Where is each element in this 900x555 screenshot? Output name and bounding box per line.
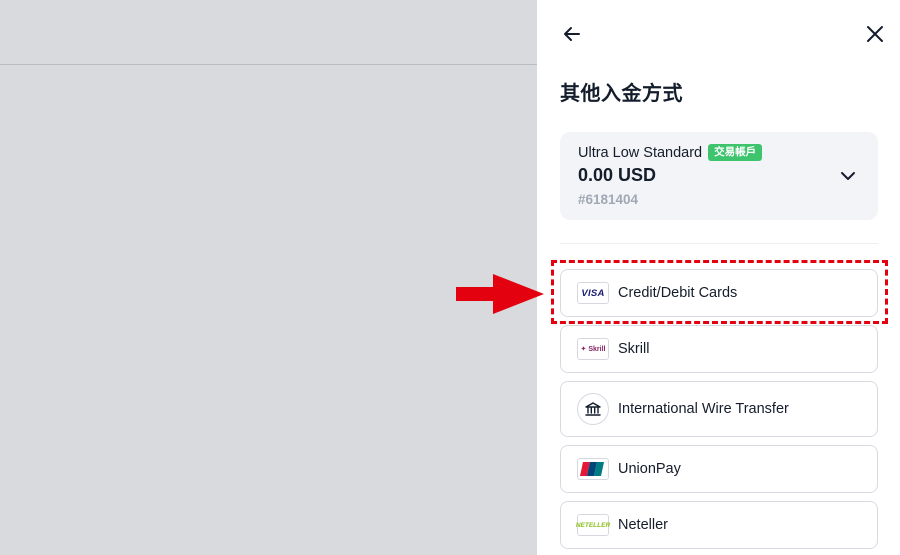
method-label: Skrill xyxy=(618,341,650,357)
account-balance: 0.00 USD xyxy=(578,165,657,185)
arrow-left-icon xyxy=(564,27,580,41)
account-name-row: Ultra Low Standard 交易帳戶 xyxy=(578,144,763,161)
method-label: International Wire Transfer xyxy=(618,401,789,417)
section-divider xyxy=(560,243,878,244)
method-label: Credit/Debit Cards xyxy=(618,285,738,301)
chevron-down-icon xyxy=(841,172,855,180)
method-neteller[interactable]: NETELLER Neteller xyxy=(560,501,878,549)
red-arrow-icon xyxy=(456,274,544,314)
account-selector[interactable]: Ultra Low Standard 交易帳戶 0.00 USD #618140… xyxy=(560,132,878,220)
deposit-methods-panel: 其他入金方式 Ultra Low Standard 交易帳戶 0.00 USD … xyxy=(537,0,900,555)
account-dropdown-toggle[interactable] xyxy=(836,164,860,188)
unionpay-icon xyxy=(577,458,609,480)
method-label: Neteller xyxy=(618,517,668,533)
account-number: #6181404 xyxy=(578,192,639,207)
method-unionpay[interactable]: UnionPay xyxy=(560,445,878,493)
page-title: 其他入金方式 xyxy=(560,83,683,105)
method-skrill[interactable]: ✦ Skrill Skrill xyxy=(560,325,878,373)
neteller-icon: NETELLER xyxy=(576,514,610,536)
skrill-icon: ✦ Skrill xyxy=(577,338,609,360)
back-button[interactable] xyxy=(560,22,584,46)
backdrop-divider xyxy=(0,64,537,65)
method-credit-debit-cards[interactable]: VISA Credit/Debit Cards xyxy=(560,269,878,317)
visa-icon: VISA xyxy=(577,282,609,304)
method-label: UnionPay xyxy=(618,461,681,477)
account-type-badge: 交易帳戶 xyxy=(708,144,763,161)
method-international-wire-transfer[interactable]: International Wire Transfer xyxy=(560,381,878,437)
close-icon xyxy=(867,26,883,42)
account-name: Ultra Low Standard xyxy=(578,144,703,161)
close-button[interactable] xyxy=(863,22,887,46)
bank-icon xyxy=(577,393,609,425)
